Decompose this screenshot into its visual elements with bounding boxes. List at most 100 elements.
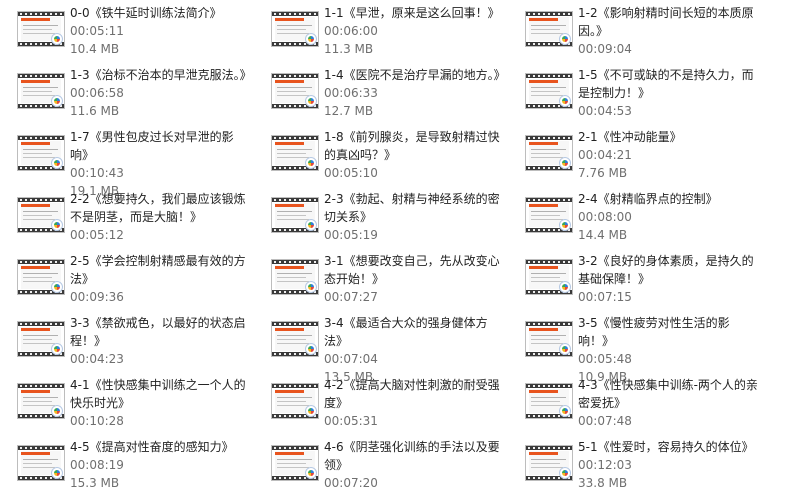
media-player-badge-icon: [51, 281, 63, 293]
file-info: 1-8《前列腺炎，是导致射精过快的真凶吗？》 00:05:10: [324, 128, 504, 182]
media-player-badge-icon: [305, 467, 317, 479]
video-thumbnail-icon[interactable]: [271, 197, 319, 233]
file-item[interactable]: 3-5《慢性疲劳对性生活的影响！》 00:05:48 10.9 MB: [508, 310, 758, 384]
file-title[interactable]: 4-3《性快感集中训练-两个人的亲密爱抚》: [578, 376, 758, 412]
file-duration: 00:07:04: [324, 352, 378, 366]
file-title[interactable]: 4-2《提高大脑对性刺激的耐受强度》: [324, 376, 504, 412]
file-title[interactable]: 2-5《学会控制射精感最有效的方法》: [70, 252, 250, 288]
video-thumbnail-icon[interactable]: [271, 11, 319, 47]
media-player-badge-icon: [559, 467, 571, 479]
file-title[interactable]: 2-3《勃起、射精与神经系统的密切关系》: [324, 190, 504, 226]
video-thumbnail-icon[interactable]: [17, 383, 65, 419]
file-title[interactable]: 4-5《提高对性奋度的感知力》: [70, 438, 250, 456]
file-title[interactable]: 1-3《治标不治本的早泄克服法。》: [70, 66, 252, 84]
video-thumbnail-icon[interactable]: [17, 73, 65, 109]
file-title[interactable]: 1-5《不可或缺的不是持久力，而是控制力！》: [578, 66, 758, 102]
file-item[interactable]: 4-6《阴茎强化训练的手法以及要领》 00:07:20: [254, 434, 504, 492]
file-size: 12.7 MB: [324, 104, 374, 118]
file-item[interactable]: 1-3《治标不治本的早泄克服法。》 00:06:58 11.6 MB: [0, 62, 252, 120]
file-duration: 00:10:28: [70, 414, 124, 428]
file-title[interactable]: 3-4《最适合大众的强身健体方法》: [324, 314, 504, 350]
video-thumbnail-icon[interactable]: [17, 259, 65, 295]
video-thumbnail-icon[interactable]: [271, 259, 319, 295]
media-player-badge-icon: [51, 343, 63, 355]
file-item[interactable]: 2-1《性冲动能量》 00:04:21 7.76 MB: [508, 124, 758, 182]
file-info: 1-1《早泄，原来是这么回事！》 00:06:00 11.3 MB: [324, 4, 504, 58]
file-item[interactable]: 2-5《学会控制射精感最有效的方法》 00:09:36: [0, 248, 250, 306]
file-title[interactable]: 1-4《医院不是治疗早漏的地方。》: [324, 66, 506, 84]
file-info: 1-5《不可或缺的不是持久力，而是控制力！》 00:04:53: [578, 66, 758, 120]
video-thumbnail-icon[interactable]: [271, 445, 319, 481]
file-item[interactable]: 2-3《勃起、射精与神经系统的密切关系》 00:05:19: [254, 186, 504, 244]
video-thumbnail-icon[interactable]: [271, 135, 319, 171]
file-duration: 00:06:33: [324, 86, 378, 100]
file-item[interactable]: 1-8《前列腺炎，是导致射精过快的真凶吗？》 00:05:10: [254, 124, 504, 182]
file-info: 3-2《良好的身体素质，是持久的基础保障！》 00:07:15: [578, 252, 758, 306]
file-title[interactable]: 2-2《想要持久，我们最应该锻炼不是阴茎，而是大脑！》: [70, 190, 250, 226]
file-title[interactable]: 2-4《射精临界点的控制》: [578, 190, 758, 208]
file-item[interactable]: 2-4《射精临界点的控制》 00:08:00 14.4 MB: [508, 186, 758, 244]
file-info: 4-5《提高对性奋度的感知力》 00:08:19 15.3 MB: [70, 438, 250, 492]
file-title[interactable]: 2-1《性冲动能量》: [578, 128, 758, 146]
media-player-badge-icon: [51, 157, 63, 169]
file-item[interactable]: 4-1《性快感集中训练之一个人的快乐时光》 00:10:28: [0, 372, 250, 430]
file-item[interactable]: 4-3《性快感集中训练-两个人的亲密爱抚》 00:07:48: [508, 372, 758, 430]
file-duration: 00:05:10: [324, 166, 378, 180]
file-item[interactable]: 5-1《性爱时，容易持久的体位》 00:12:03 33.8 MB: [508, 434, 758, 492]
file-item[interactable]: 0-0《铁牛延时训练法简介》 00:05:11 10.4 MB: [0, 0, 250, 58]
file-info: 1-4《医院不是治疗早漏的地方。》 00:06:33 12.7 MB: [324, 66, 506, 120]
video-thumbnail-icon[interactable]: [17, 11, 65, 47]
video-thumbnail-icon[interactable]: [525, 259, 573, 295]
file-title[interactable]: 0-0《铁牛延时训练法简介》: [70, 4, 250, 22]
file-title[interactable]: 3-3《禁欲戒色，以最好的状态启程！》: [70, 314, 250, 350]
file-item[interactable]: 1-4《医院不是治疗早漏的地方。》 00:06:33 12.7 MB: [254, 62, 506, 120]
file-duration: 00:07:27: [324, 290, 378, 304]
video-thumbnail-icon[interactable]: [17, 197, 65, 233]
file-item[interactable]: 4-5《提高对性奋度的感知力》 00:08:19 15.3 MB: [0, 434, 250, 492]
file-item[interactable]: 1-1《早泄，原来是这么回事！》 00:06:00 11.3 MB: [254, 0, 504, 58]
file-item[interactable]: 4-2《提高大脑对性刺激的耐受强度》 00:05:31: [254, 372, 504, 430]
file-duration: 00:05:11: [70, 24, 124, 38]
file-title[interactable]: 3-1《想要改变自己，先从改变心态开始！》: [324, 252, 504, 288]
file-item[interactable]: 3-4《最适合大众的强身健体方法》 00:07:04 13.5 MB: [254, 310, 504, 384]
media-player-badge-icon: [51, 33, 63, 45]
file-item[interactable]: 3-1《想要改变自己，先从改变心态开始！》 00:07:27: [254, 248, 504, 306]
file-item[interactable]: 3-2《良好的身体素质，是持久的基础保障！》 00:07:15: [508, 248, 758, 306]
video-thumbnail-icon[interactable]: [271, 321, 319, 357]
video-thumbnail-icon[interactable]: [271, 383, 319, 419]
file-item[interactable]: 3-3《禁欲戒色，以最好的状态启程！》 00:04:23: [0, 310, 250, 368]
file-info: 2-1《性冲动能量》 00:04:21 7.76 MB: [578, 128, 758, 182]
video-thumbnail-icon[interactable]: [525, 197, 573, 233]
video-thumbnail-icon[interactable]: [525, 135, 573, 171]
file-item[interactable]: 2-2《想要持久，我们最应该锻炼不是阴茎，而是大脑！》 00:05:12: [0, 186, 250, 244]
file-duration: 00:04:23: [70, 352, 124, 366]
file-title[interactable]: 1-7《男性包皮过长对早泄的影响》: [70, 128, 250, 164]
video-thumbnail-icon[interactable]: [17, 321, 65, 357]
file-item[interactable]: 1-7《男性包皮过长对早泄的影响》 00:10:43 19.1 MB: [0, 124, 250, 198]
file-duration: 00:05:19: [324, 228, 378, 242]
file-item[interactable]: 1-5《不可或缺的不是持久力，而是控制力！》 00:04:53: [508, 62, 758, 120]
file-title[interactable]: 4-1《性快感集中训练之一个人的快乐时光》: [70, 376, 250, 412]
file-info: 1-3《治标不治本的早泄克服法。》 00:06:58 11.6 MB: [70, 66, 252, 120]
file-title[interactable]: 1-2《影响射精时间长短的本质原因。》: [578, 4, 758, 40]
video-thumbnail-icon[interactable]: [525, 445, 573, 481]
file-item[interactable]: 1-2《影响射精时间长短的本质原因。》 00:09:04: [508, 0, 758, 58]
media-player-badge-icon: [305, 33, 317, 45]
file-title[interactable]: 4-6《阴茎强化训练的手法以及要领》: [324, 438, 504, 474]
video-thumbnail-icon[interactable]: [525, 11, 573, 47]
video-thumbnail-icon[interactable]: [525, 383, 573, 419]
video-thumbnail-icon[interactable]: [525, 73, 573, 109]
video-thumbnail-icon[interactable]: [525, 321, 573, 357]
video-thumbnail-icon[interactable]: [17, 135, 65, 171]
file-title[interactable]: 3-5《慢性疲劳对性生活的影响！》: [578, 314, 758, 350]
video-thumbnail-icon[interactable]: [271, 73, 319, 109]
file-title[interactable]: 5-1《性爱时，容易持久的体位》: [578, 438, 758, 456]
file-info: 3-1《想要改变自己，先从改变心态开始！》 00:07:27: [324, 252, 504, 306]
file-title[interactable]: 1-1《早泄，原来是这么回事！》: [324, 4, 504, 22]
file-title[interactable]: 1-8《前列腺炎，是导致射精过快的真凶吗？》: [324, 128, 504, 164]
file-info: 3-3《禁欲戒色，以最好的状态启程！》 00:04:23: [70, 314, 250, 368]
media-player-badge-icon: [51, 405, 63, 417]
media-player-badge-icon: [559, 219, 571, 231]
file-title[interactable]: 3-2《良好的身体素质，是持久的基础保障！》: [578, 252, 758, 288]
video-thumbnail-icon[interactable]: [17, 445, 65, 481]
